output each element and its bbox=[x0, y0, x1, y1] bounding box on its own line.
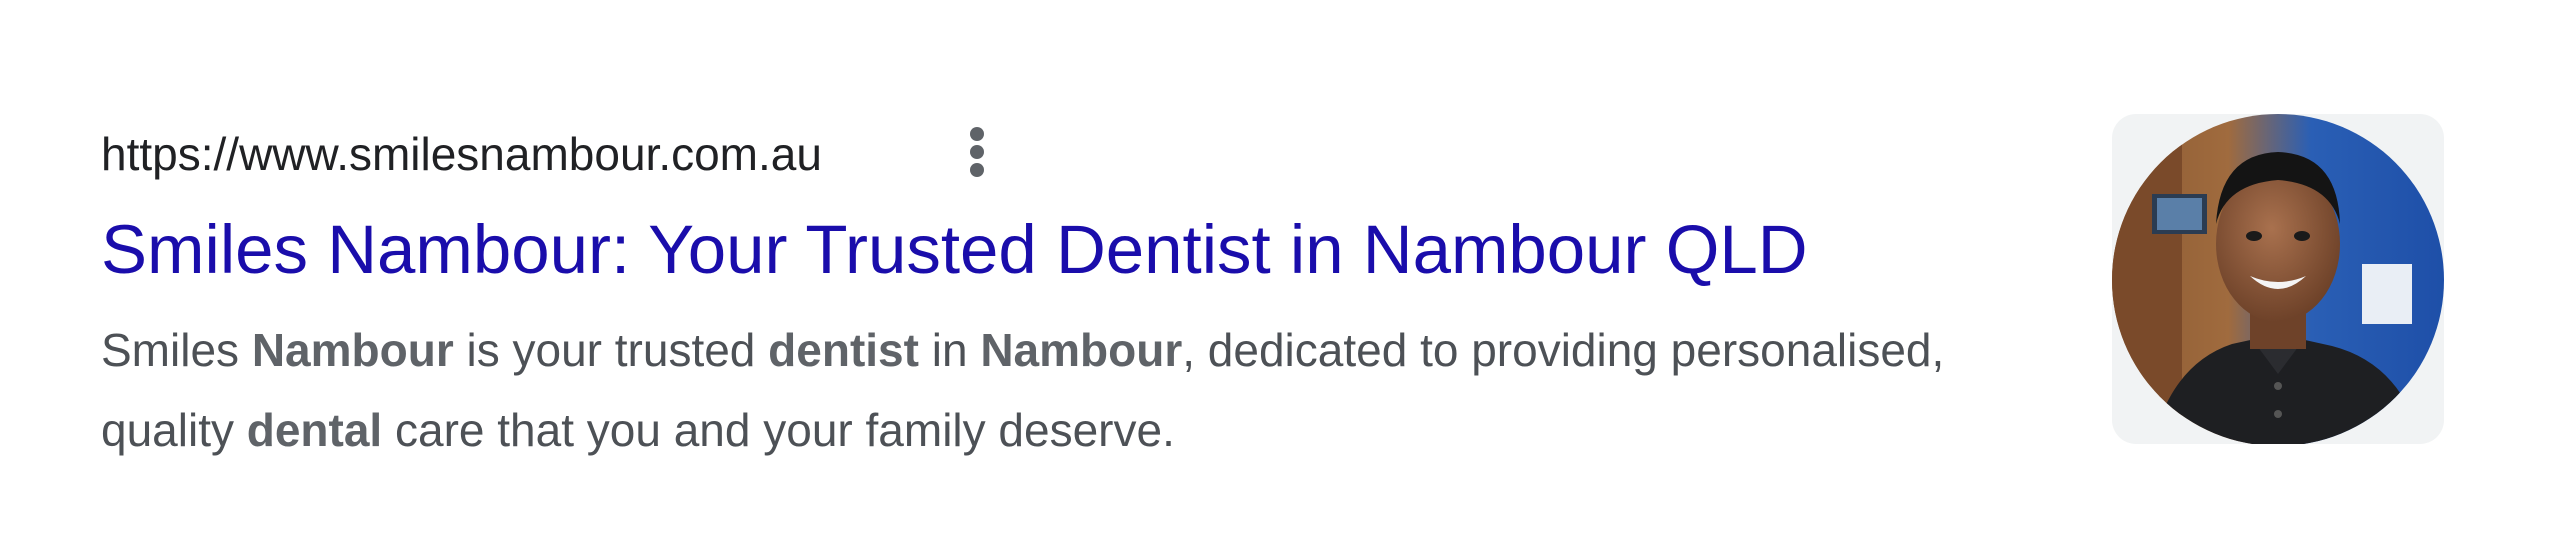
three-dots-vertical-icon bbox=[967, 126, 987, 178]
result-snippet: Smiles Nambour is your trusted dentist i… bbox=[101, 310, 1951, 470]
snippet-text: Smiles bbox=[101, 324, 252, 376]
snippet-highlight: dental bbox=[246, 404, 383, 456]
snippet-text: in bbox=[918, 324, 981, 376]
result-url[interactable]: https://www.smilesnambour.com.au bbox=[101, 122, 822, 186]
snippet-text: care that you and your family deserve. bbox=[382, 404, 1175, 456]
result-thumbnail[interactable] bbox=[2112, 114, 2444, 444]
snippet-highlight: Nambour bbox=[980, 324, 1183, 376]
dentist-portrait-photo bbox=[2112, 114, 2444, 444]
snippet-text: is your trusted bbox=[453, 324, 769, 376]
more-options-button[interactable] bbox=[955, 120, 999, 184]
result-url-row[interactable]: https://www.smilesnambour.com.au bbox=[101, 122, 822, 186]
snippet-highlight: dentist bbox=[768, 324, 919, 376]
result-title-link[interactable]: Smiles Nambour: Your Trusted Dentist in … bbox=[101, 205, 1808, 295]
search-result: https://www.smilesnambour.com.au Smiles … bbox=[0, 0, 2560, 555]
snippet-highlight: Nambour bbox=[251, 324, 454, 376]
